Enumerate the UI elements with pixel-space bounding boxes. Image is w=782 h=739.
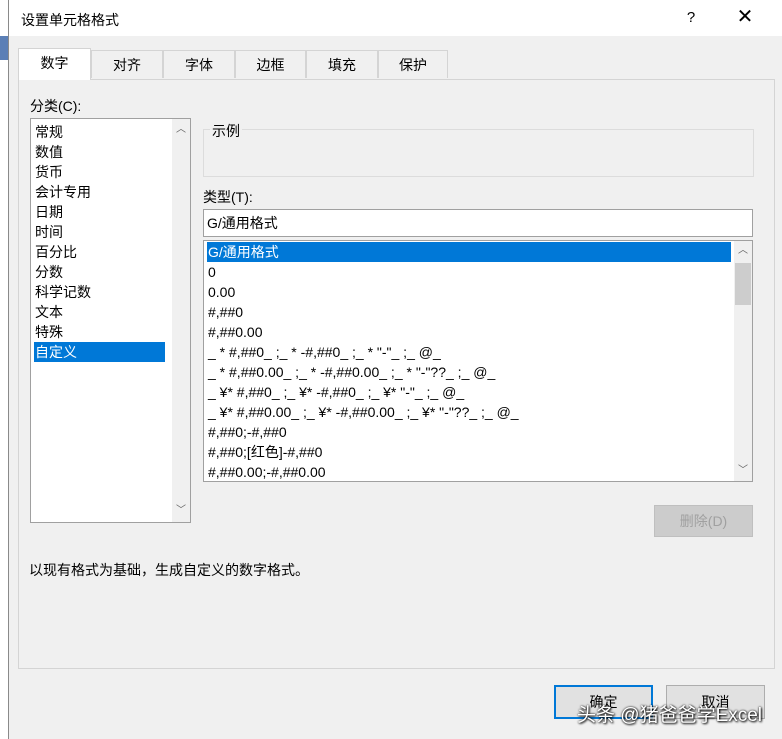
tab-border[interactable]: 边框	[235, 50, 306, 78]
category-item-scientific[interactable]: 科学记数	[34, 282, 91, 302]
type-item[interactable]: #,##0;[红色]-#,##0	[207, 442, 322, 462]
close-button[interactable]: ✕	[733, 6, 757, 30]
category-item-percentage[interactable]: 百分比	[34, 242, 77, 262]
category-item-general[interactable]: 常规	[34, 122, 63, 142]
watermark-text: 头条 @猪爸爸学Excel	[577, 705, 763, 726]
sample-groupbox: 示例	[203, 121, 754, 177]
category-item-date[interactable]: 日期	[34, 202, 63, 222]
tab-font[interactable]: 字体	[163, 50, 235, 78]
tab-protection[interactable]: 保护	[378, 50, 448, 78]
scroll-up-icon[interactable]: ︿	[172, 121, 190, 139]
title-bar: 设置单元格格式 ? ✕	[9, 0, 782, 36]
type-scrollbar[interactable]: ︿ ﹀	[734, 241, 752, 481]
type-item[interactable]: G/通用格式	[207, 242, 731, 262]
scroll-up-icon[interactable]: ︿	[734, 242, 752, 260]
category-item-number[interactable]: 数值	[34, 142, 63, 162]
tab-fill[interactable]: 填充	[306, 50, 378, 78]
format-cells-dialog: 设置单元格格式 ? ✕ 数字 对齐 字体 边框 填充 保护 分类(C): 常规 …	[8, 0, 782, 739]
category-item-custom[interactable]: 自定义	[34, 342, 165, 362]
type-item[interactable]: 0.00	[207, 282, 235, 302]
scroll-thumb[interactable]	[735, 263, 751, 305]
type-item[interactable]: _ ¥* #,##0.00_ ;_ ¥* -#,##0.00_ ;_ ¥* "-…	[207, 402, 519, 422]
dialog-title: 设置单元格格式	[21, 12, 119, 28]
type-item[interactable]: #,##0	[207, 302, 243, 322]
category-item-time[interactable]: 时间	[34, 222, 63, 242]
type-input[interactable]: G/通用格式	[203, 209, 753, 237]
type-listbox[interactable]: G/通用格式 0 0.00 #,##0 #,##0.00 _ * #,##0_ …	[203, 240, 753, 482]
scroll-down-icon[interactable]: ﹀	[734, 462, 752, 480]
category-item-special[interactable]: 特殊	[34, 322, 63, 342]
format-description: 以现有格式为基础，生成自定义的数字格式。	[29, 562, 309, 578]
category-item-accounting[interactable]: 会计专用	[34, 182, 91, 202]
type-item[interactable]: 0	[207, 262, 216, 282]
type-item[interactable]: #,##0.00	[207, 322, 263, 342]
category-item-currency[interactable]: 货币	[34, 162, 63, 182]
sample-label: 示例	[210, 121, 242, 141]
category-item-fraction[interactable]: 分数	[34, 262, 63, 282]
type-item[interactable]: #,##0;-#,##0	[207, 422, 287, 442]
type-item[interactable]: _ ¥* #,##0_ ;_ ¥* -#,##0_ ;_ ¥* "-"_ ;_ …	[207, 382, 464, 402]
category-label: 分类(C):	[30, 98, 82, 114]
tab-alignment[interactable]: 对齐	[91, 50, 163, 78]
type-item[interactable]: _ * #,##0_ ;_ * -#,##0_ ;_ * "-"_ ;_ @_	[207, 342, 441, 362]
type-item[interactable]: #,##0.00;-#,##0.00	[207, 462, 326, 481]
tab-number[interactable]: 数字	[18, 48, 91, 80]
category-item-text[interactable]: 文本	[34, 302, 63, 322]
category-scrollbar[interactable]: ︿ ﹀	[172, 119, 190, 522]
delete-button[interactable]: 删除(D)	[654, 505, 753, 537]
scroll-down-icon[interactable]: ﹀	[172, 502, 190, 520]
type-item[interactable]: _ * #,##0.00_ ;_ * -#,##0.00_ ;_ * "-"??…	[207, 362, 495, 382]
type-label: 类型(T):	[203, 189, 253, 205]
category-listbox[interactable]: 常规 数值 货币 会计专用 日期 时间 百分比 分数 科学记数 文本 特殊 自定…	[30, 118, 191, 523]
help-button[interactable]: ?	[679, 6, 703, 30]
